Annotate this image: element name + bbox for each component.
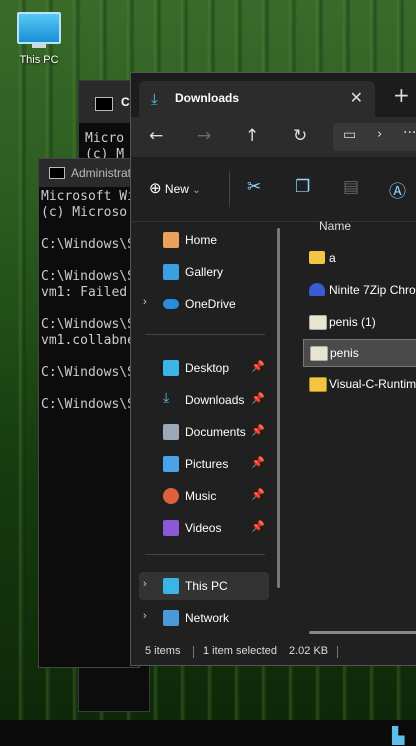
item-count: 5 items [145,645,181,657]
nav-item-downloads[interactable]: ⤓ Downloads 📌 [139,386,269,414]
onedrive-icon [163,299,179,309]
installer-icon [309,283,325,296]
pin-icon[interactable]: 📌 [251,456,265,469]
nav-scrollbar[interactable] [277,228,280,588]
navigation-pane: Home Gallery › OneDrive Desktop 📌 ⤓ Down… [131,222,281,626]
selection-count: 1 item selected [203,645,277,657]
pin-icon[interactable]: 📌 [251,392,265,405]
this-pc-desktop-icon[interactable]: This PC [14,8,64,66]
close-tab-icon[interactable]: ✕ [350,88,363,107]
zip-folder-icon [309,377,327,392]
back-arrow-icon[interactable]: ← [149,126,163,146]
file-icon [310,346,328,361]
gallery-icon [163,264,179,280]
cmd-output: Microsoft Wi (c) Microso C:\Windows\S C:… [41,189,135,412]
more-icon[interactable]: ··· [403,125,416,141]
file-row[interactable]: penis (1) [303,309,416,335]
file-explorer-window[interactable]: ⤓ Downloads ✕ + ← → ↑ ↻ ▭ › ··· ⊕ New ⌄ … [130,72,416,666]
selection-size: 2.02 KB [289,645,329,657]
nav-item-documents[interactable]: Documents 📌 [139,418,269,446]
nav-item-this-pc[interactable]: › This PC [139,572,269,600]
file-row-selected[interactable]: penis [303,339,416,367]
nav-item-home[interactable]: Home [139,226,269,254]
new-button[interactable]: ⊕ New ⌄ [149,179,201,197]
home-icon [163,232,179,248]
desktop-icon [163,360,179,376]
monitor-icon [17,12,61,44]
chevron-right-icon[interactable]: › [143,296,147,308]
folder-icon [309,251,325,264]
network-icon [163,610,179,626]
pin-icon[interactable]: 📌 [251,360,265,373]
navigation-bar: ← → ↑ ↻ ▭ › ··· [131,117,416,157]
cmd-window-admin[interactable]: Administrato Microsoft Wi (c) Microso C:… [38,158,140,668]
downloads-icon: ⤓ [163,389,170,405]
tab-title: Downloads [175,91,240,105]
new-button-label: New [164,182,189,196]
this-pc-icon [163,578,179,594]
nav-item-pictures[interactable]: Pictures 📌 [139,450,269,478]
music-icon [163,488,179,504]
file-list: Name a Ninite 7Zip Chro penis (1) penis … [301,209,416,634]
nav-item-network[interactable]: › Network [139,604,269,632]
refresh-icon[interactable]: ↻ [293,126,307,146]
file-row[interactable]: Visual-C-Runtim [303,371,416,397]
desktop-icon-label: This PC [19,54,59,66]
cmd-title: C [121,95,130,109]
computer-icon: ▭ [343,127,357,143]
download-icon: ⤓ [151,90,158,108]
pictures-icon [163,456,179,472]
column-header-name[interactable]: Name [319,219,351,233]
file-row[interactable]: a [303,245,416,271]
file-row[interactable]: Ninite 7Zip Chro [303,277,416,303]
chevron-down-icon: ⌄ [192,185,201,196]
cursor-icon: ▙ [392,726,405,745]
address-bar[interactable]: ▭ › ··· [333,123,416,151]
nav-item-gallery[interactable]: Gallery [139,258,269,286]
pin-icon[interactable]: 📌 [251,520,265,533]
paste-icon[interactable]: ▤ [343,177,359,197]
copy-icon[interactable]: ❐ [295,177,310,197]
cmd-icon [95,97,113,111]
nav-item-desktop[interactable]: Desktop 📌 [139,354,269,382]
taskbar [0,720,416,746]
tab-downloads[interactable]: ⤓ Downloads ✕ [139,81,375,117]
cut-icon[interactable]: ✂ [247,177,261,197]
chevron-right-icon[interactable]: › [143,578,147,590]
status-bar: 5 items 1 item selected 2.02 KB [131,639,416,665]
horizontal-scrollbar[interactable] [309,631,416,634]
cmd-icon [49,167,65,179]
up-arrow-icon[interactable]: ↑ [245,126,259,146]
tab-strip: ⤓ Downloads ✕ + [131,73,416,117]
pin-icon[interactable]: 📌 [251,424,265,437]
chevron-right-icon[interactable]: › [143,610,147,622]
nav-item-videos[interactable]: Videos 📌 [139,514,269,542]
nav-item-onedrive[interactable]: › OneDrive [139,290,269,318]
file-icon [309,315,327,330]
cmd-title-bar[interactable]: Administrato [39,159,139,187]
videos-icon [163,520,179,536]
rename-icon[interactable]: Ⓐ [389,177,406,202]
forward-arrow-icon[interactable]: → [197,126,211,146]
documents-icon [163,424,179,440]
chevron-right-icon[interactable]: › [377,127,382,142]
cmd-title: Administrato [71,166,138,180]
new-tab-button[interactable]: + [393,83,410,107]
pin-icon[interactable]: 📌 [251,488,265,501]
nav-item-music[interactable]: Music 📌 [139,482,269,510]
plus-circle-icon: ⊕ [149,180,162,197]
